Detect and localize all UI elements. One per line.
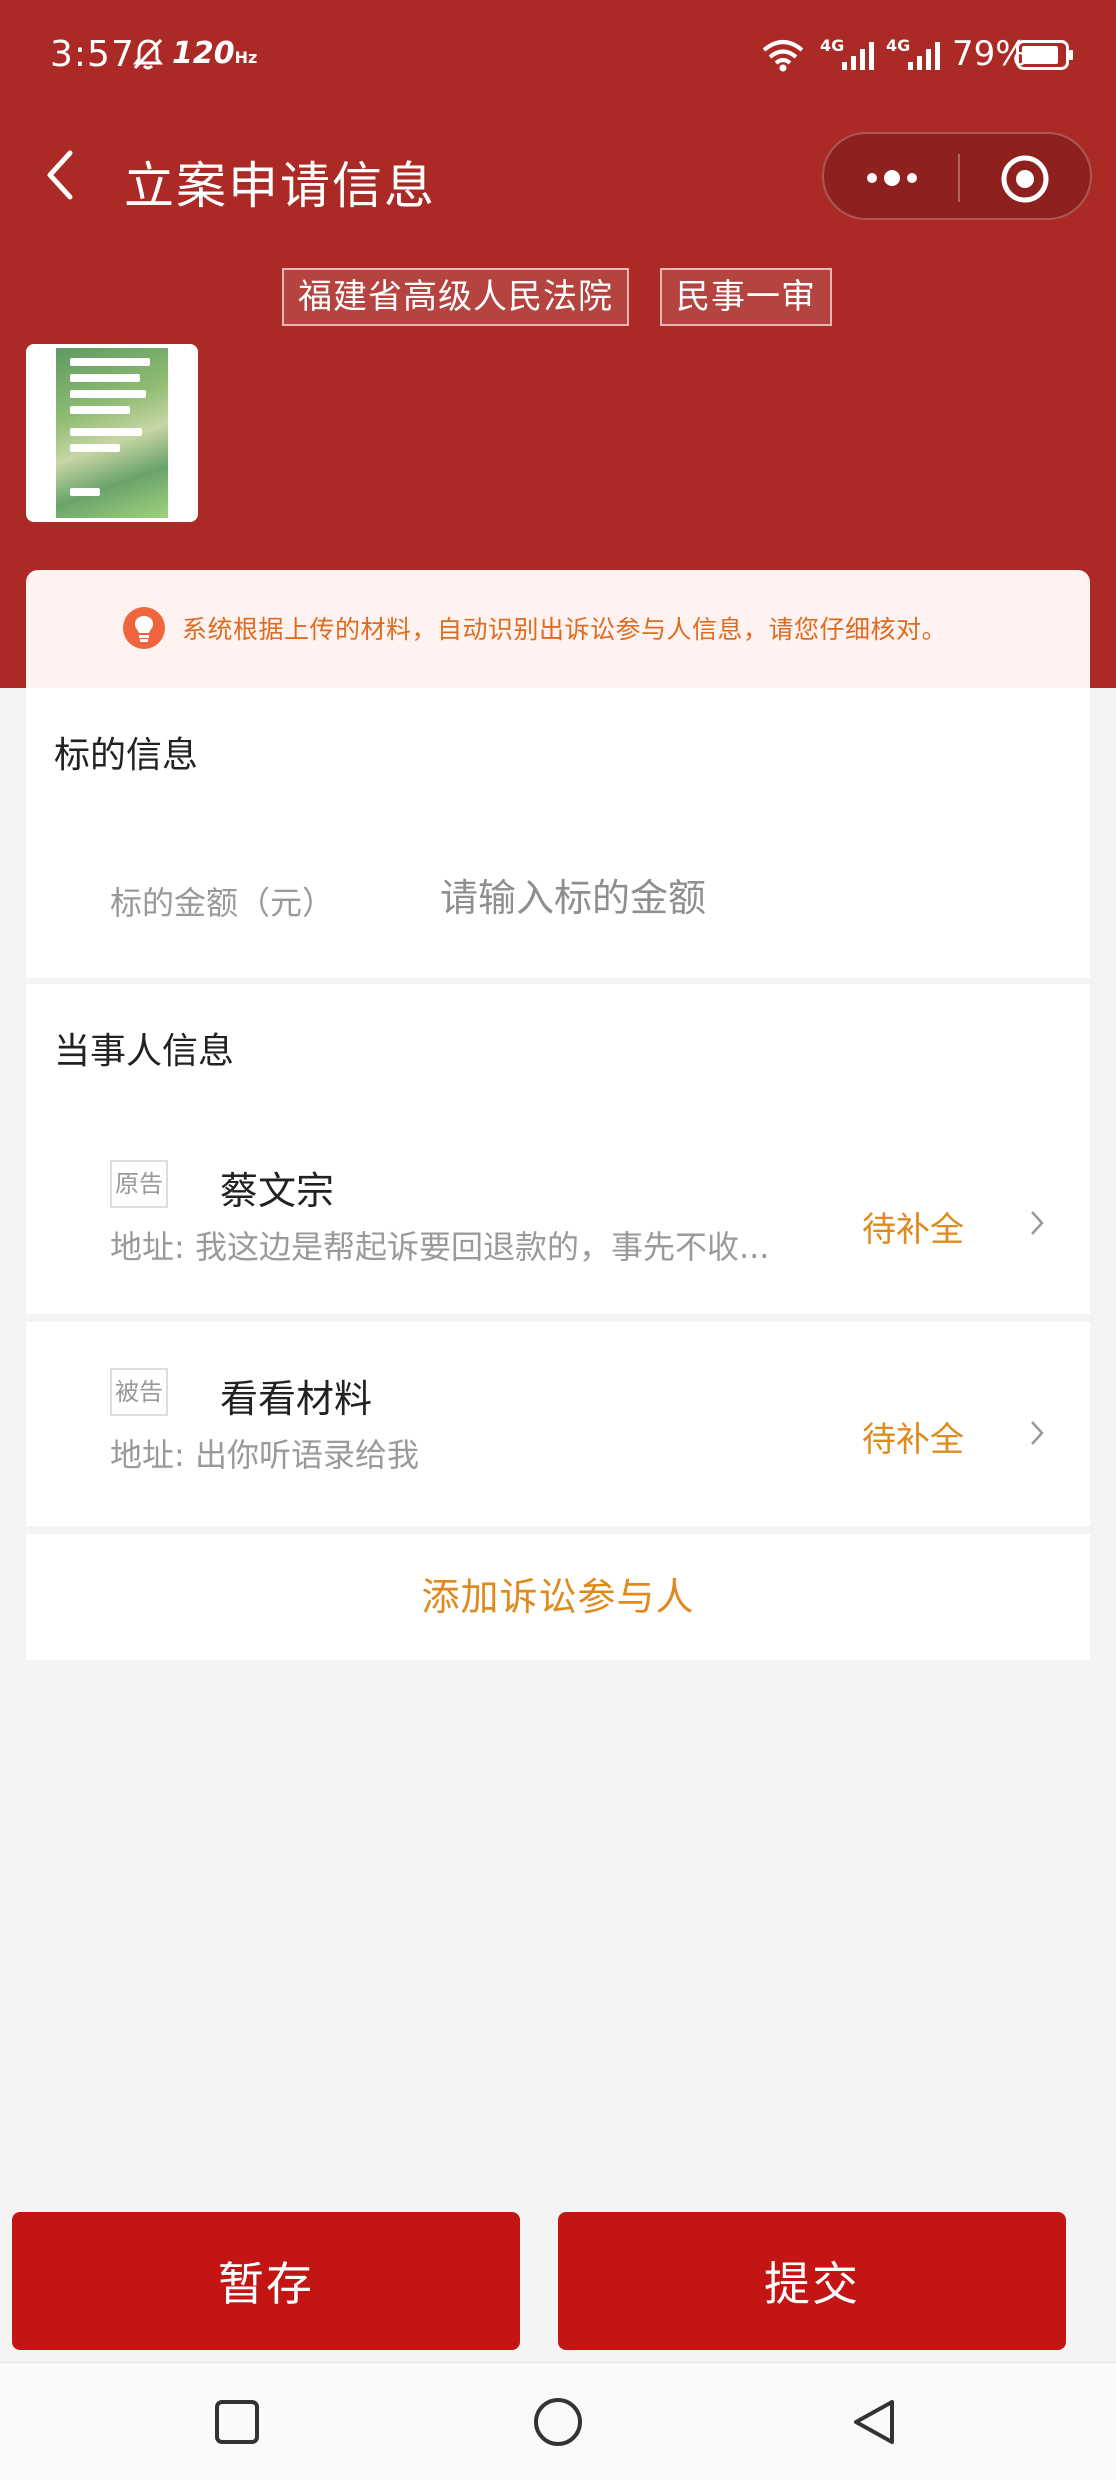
role-badge: 被告 bbox=[110, 1368, 168, 1416]
court-tag: 福建省高级人民法院 bbox=[282, 268, 629, 326]
thumbnail-image bbox=[56, 348, 168, 518]
submit-button[interactable]: 提交 bbox=[558, 2212, 1066, 2350]
network-type-1: 4G bbox=[820, 36, 845, 55]
miniprogram-capsule bbox=[822, 132, 1092, 220]
chevron-right-icon bbox=[1031, 1211, 1044, 1235]
status-time: 3:57 bbox=[50, 34, 135, 75]
parties-section-header: 当事人信息 bbox=[26, 984, 1090, 1098]
signal-1: 4G bbox=[820, 36, 876, 72]
system-nav-bar bbox=[0, 2362, 1116, 2480]
wifi-icon bbox=[762, 40, 804, 72]
back-arrow-icon[interactable] bbox=[40, 145, 80, 205]
amount-input[interactable] bbox=[440, 866, 1040, 930]
save-draft-button[interactable]: 暂存 bbox=[12, 2212, 520, 2350]
notice-text: 系统根据上传的材料，自动识别出诉讼参与人信息，请您仔细核对。 bbox=[182, 615, 948, 644]
close-target-icon[interactable] bbox=[1000, 154, 1050, 204]
back-triangle-icon[interactable] bbox=[848, 2395, 902, 2449]
subject-section-title: 标的信息 bbox=[54, 735, 199, 776]
refresh-rate-unit: Hz bbox=[234, 48, 258, 67]
parties-section-title: 当事人信息 bbox=[54, 1031, 235, 1072]
party-status: 待补全 bbox=[862, 1420, 964, 1460]
thumb-text-line bbox=[70, 428, 142, 436]
party-name: 蔡文宗 bbox=[220, 1169, 335, 1213]
thumb-text-line bbox=[70, 390, 146, 398]
party-status: 待补全 bbox=[862, 1210, 964, 1250]
refresh-rate: 120Hz bbox=[172, 36, 257, 71]
uploaded-material-thumbnail[interactable] bbox=[26, 344, 198, 522]
signal-2: 4G bbox=[886, 36, 942, 72]
thumb-text-line bbox=[70, 444, 120, 452]
refresh-rate-value: 120 bbox=[172, 36, 235, 71]
signal-bars-icon bbox=[908, 42, 940, 70]
capsule-divider bbox=[958, 154, 960, 202]
add-participant-button[interactable]: 添加诉讼参与人 bbox=[26, 1534, 1090, 1660]
network-type-2: 4G bbox=[886, 36, 911, 55]
lightbulb-icon bbox=[123, 607, 165, 649]
home-circle-icon[interactable] bbox=[531, 2395, 585, 2449]
thumb-text-line bbox=[70, 406, 130, 414]
signal-bars-icon bbox=[842, 42, 874, 70]
page-title: 立案申请信息 bbox=[124, 157, 436, 215]
recents-square-icon[interactable] bbox=[210, 2395, 264, 2449]
more-dots-icon[interactable] bbox=[862, 156, 922, 200]
party-name: 看看材料 bbox=[220, 1377, 373, 1421]
thumb-text-line bbox=[70, 488, 100, 496]
auto-recognition-notice: 系统根据上传的材料，自动识别出诉讼参与人信息，请您仔细核对。 bbox=[26, 570, 1090, 688]
role-badge: 原告 bbox=[110, 1160, 168, 1208]
bell-muted-icon bbox=[133, 38, 163, 70]
party-address: 地址: 我这边是帮起诉要回退款的，事先不收... bbox=[110, 1228, 770, 1266]
status-bar: 3:57 120Hz 4G 4G 79% bbox=[0, 0, 1116, 112]
party-address: 地址: 出你听语录给我 bbox=[110, 1436, 419, 1474]
case-type-tag: 民事一审 bbox=[660, 268, 832, 326]
chevron-right-icon bbox=[1031, 1421, 1044, 1445]
amount-label: 标的金额（元） bbox=[110, 884, 335, 922]
battery-icon bbox=[1016, 40, 1073, 70]
subject-info-card: 标的信息 bbox=[26, 688, 1090, 978]
thumb-text-line bbox=[70, 358, 150, 366]
thumb-text-line bbox=[70, 374, 140, 382]
